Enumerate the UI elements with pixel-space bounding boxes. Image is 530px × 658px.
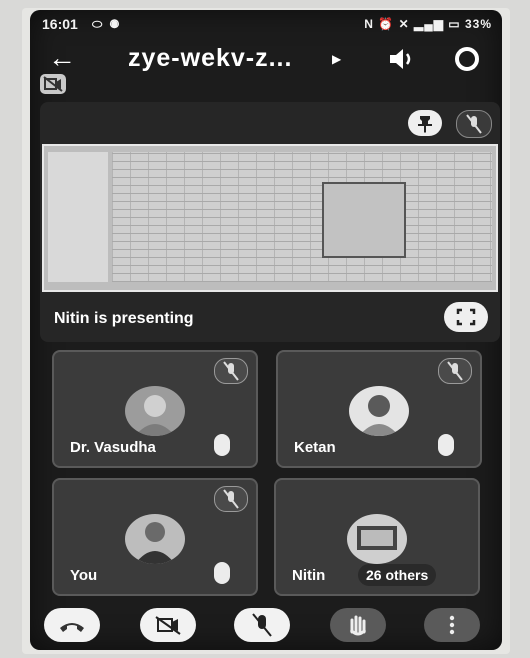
mic-off-icon [223,489,239,509]
participant-more-button[interactable] [214,434,230,456]
whatsapp-icon: ◉ [109,17,122,31]
speaker-icon [390,49,411,69]
participant-tile[interactable]: Dr. Vasudha [52,350,258,468]
status-bar: 16:01 ⬭ ◉ N ⏰ ✕ ▂▄▆ ▭ 33% [30,10,502,38]
mic-off-indicator [438,358,472,384]
more-options-button[interactable] [424,608,480,642]
speaker-button[interactable] [386,44,416,74]
mic-off-indicator [214,358,248,384]
end-call-button[interactable] [44,608,100,642]
participant-more-button[interactable] [438,434,454,456]
raise-hand-button[interactable] [330,608,386,642]
presenting-label: Nitin is presenting [54,310,194,327]
mic-toggle-button[interactable] [234,608,290,642]
battery-level: 33% [464,17,492,31]
participant-tile[interactable]: Ketan [276,350,482,468]
avatar [347,514,407,564]
back-button[interactable]: ← [48,40,76,76]
switch-camera-button[interactable] [452,44,482,74]
person-photo-icon [359,395,399,436]
pin-button[interactable] [408,110,442,136]
switch-camera-icon [455,47,479,71]
status-time: 16:01 [42,16,78,32]
presentation-panel: Nitin is presenting [40,102,500,342]
more-vertical-icon [449,615,455,635]
avatar [349,386,409,436]
signal-icon: ▂▄▆ [413,17,444,31]
participant-name: Nitin [292,567,326,584]
camera-off-icon [43,76,63,92]
chevron-right-icon[interactable]: ▶ [332,52,341,66]
shared-screen-content-box [322,182,406,258]
shared-screen-sidebar [48,152,108,282]
meeting-header: ← zye-wekv-z... ▶ [30,40,502,80]
mic-off-indicator [214,486,248,512]
notification-icons: ⬭ ◉ [92,17,121,32]
shared-screen-thumbnail-icon [357,526,397,550]
person-photo-icon [135,522,175,564]
participant-tile[interactable]: You [52,478,258,596]
battery-icon: ▭ [448,17,461,31]
mute-icon: ✕ [398,17,410,31]
mic-off-icon [252,613,272,637]
participant-name: Ketan [294,439,336,456]
phone-hangup-icon [60,623,84,632]
mic-off-icon [447,361,463,381]
avatar [125,386,185,436]
fullscreen-button[interactable] [444,302,488,332]
nfc-icon: N [364,17,374,31]
pin-icon [418,116,432,133]
participant-name: Dr. Vasudha [70,439,156,456]
others-count-badge[interactable]: 26 others [358,564,437,586]
self-video-off-indicator[interactable] [40,74,66,94]
participant-more-button[interactable] [214,562,230,584]
hand-icon [349,615,367,636]
avatar [125,514,185,564]
fullscreen-icon [456,308,476,326]
person-photo-icon [135,395,175,436]
participant-name: You [70,567,98,584]
camera-off-icon [155,616,181,635]
messenger-icon: ⬭ [92,17,105,31]
presenter-muted-indicator [456,110,492,138]
participant-tile[interactable]: Nitin 26 others [274,478,480,596]
shared-screen-spreadsheet [112,152,492,282]
system-icons: N ⏰ ✕ ▂▄▆ ▭ 33% [364,17,492,31]
camera-toggle-button[interactable] [140,608,196,642]
mic-off-icon [466,114,482,134]
meeting-code[interactable]: zye-wekv-z... [128,44,292,73]
phone-screen: 16:01 ⬭ ◉ N ⏰ ✕ ▂▄▆ ▭ 33% ← zye-wekv-z..… [30,10,502,650]
alarm-icon: ⏰ [378,17,395,31]
shared-screen [42,144,498,292]
mic-off-icon [223,361,239,381]
back-arrow-icon: ← [48,42,76,73]
